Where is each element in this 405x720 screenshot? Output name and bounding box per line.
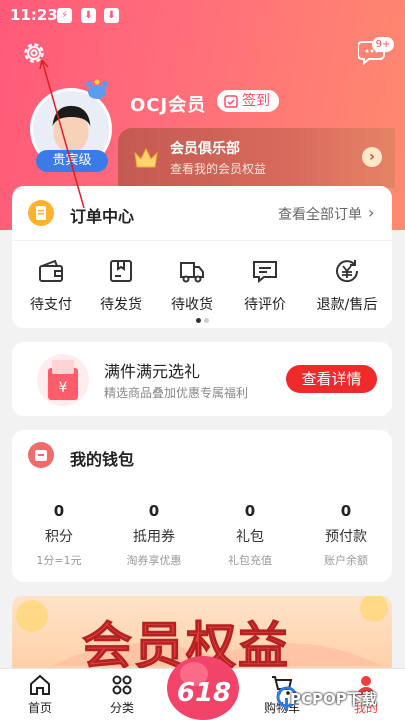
promo-card[interactable]: ¥ 满件满元选礼 精选商品叠加优惠专属福利 查看详情	[12, 342, 392, 416]
category-icon	[112, 675, 132, 695]
tab-home[interactable]: 首页	[10, 673, 70, 716]
club-arrow-icon[interactable]: ›	[362, 147, 382, 167]
view-details-button[interactable]: 查看详情	[286, 365, 377, 393]
promo-title: 满件满元选礼	[104, 362, 201, 381]
order-pending-payment[interactable]: 待支付	[14, 256, 88, 314]
wallet-points-hint: 1分=1元	[36, 554, 82, 567]
wallet-icon	[39, 259, 63, 282]
wallet-coupons-hint: 淘券享优惠	[126, 554, 182, 567]
order-item-label: 退款/售后	[316, 297, 378, 313]
page-dot	[204, 318, 209, 323]
order-pending-receipt[interactable]: 待收货	[155, 256, 229, 314]
chevron-right-icon[interactable]: ›	[368, 203, 374, 222]
download-notification-icon: ⬇	[81, 8, 96, 23]
wallet-points-value: 0	[53, 502, 65, 520]
wallet-prepaid[interactable]: 0 预付款 账户余额	[301, 502, 391, 568]
order-item-label: 待收货	[171, 297, 213, 313]
member-level-badge: 贵宾级	[36, 150, 108, 172]
view-all-orders-link[interactable]: 查看全部订单	[278, 204, 362, 224]
checkin-button[interactable]: 签到	[217, 90, 279, 112]
wallet-coupons[interactable]: 0 抵用券 淘券享优惠	[109, 502, 199, 568]
gift-symbol: ¥	[59, 380, 68, 396]
vip-crown-icon	[86, 79, 108, 99]
calendar-check-icon	[224, 95, 238, 108]
wallet-card: 我的钱包 0 积分 1分=1元 0 抵用券 淘券享优惠 0 礼包 礼包充值 0 …	[12, 430, 392, 582]
wallet-prepaid-value: 0	[340, 502, 352, 520]
truck-icon	[180, 262, 204, 283]
wallet-title: 我的钱包	[70, 450, 135, 469]
order-item-label: 待支付	[30, 297, 72, 313]
page-indicator	[196, 318, 210, 323]
message-count-badge: 9+	[372, 37, 394, 52]
wallet-points[interactable]: 0 积分 1分=1元	[14, 502, 104, 568]
order-center-title: 订单中心	[70, 207, 135, 226]
wallet-prepaid-hint: 账户余额	[324, 554, 368, 567]
comment-icon	[253, 261, 277, 284]
download-notification-icon-2: ⬇	[104, 8, 119, 23]
box-icon	[110, 260, 132, 282]
wallet-points-label: 积分	[45, 529, 73, 545]
settings-gear-icon[interactable]	[21, 40, 47, 66]
order-refund-aftersale[interactable]: 退款/售后	[310, 256, 384, 314]
status-bar: 11:23 ⚡ ⬇ ⬇	[0, 0, 405, 30]
divider	[12, 240, 392, 241]
tab-label: 分类	[109, 701, 134, 715]
gift-envelope-icon: ¥	[37, 354, 89, 406]
tab-label: 首页	[27, 701, 52, 715]
wallet-bag-icon	[28, 442, 54, 468]
wallet-coupons-label: 抵用券	[133, 529, 175, 545]
wallet-gift-pack-value: 0	[244, 502, 256, 520]
club-crown-icon	[134, 147, 158, 168]
order-item-label: 待评价	[244, 297, 286, 313]
club-subtitle: 查看我的会员权益	[170, 162, 267, 176]
campaign-618-icon[interactable]: 618	[164, 646, 242, 720]
promo-subtitle: 精选商品叠加优惠专属福利	[104, 386, 249, 400]
wallet-gift-pack[interactable]: 0 礼包 礼包充值	[205, 502, 295, 568]
club-title: 会员俱乐部	[170, 141, 240, 157]
order-pending-review[interactable]: 待评价	[228, 256, 302, 314]
order-clipboard-icon	[28, 200, 54, 226]
username: OCJ会员	[130, 95, 207, 116]
center-tab-label: 618	[177, 678, 231, 708]
home-icon	[30, 674, 50, 695]
wallet-prepaid-label: 预付款	[325, 529, 367, 545]
tab-category[interactable]: 分类	[92, 673, 152, 716]
app-notification-icon: ⚡	[57, 8, 72, 23]
checkin-label: 签到	[242, 93, 270, 109]
refund-icon	[336, 260, 359, 283]
status-time: 11:23	[10, 6, 58, 24]
watermark-text: PCPOP下载	[290, 690, 377, 708]
wallet-coupons-value: 0	[148, 502, 160, 520]
page-dot-active	[196, 318, 201, 323]
order-center-card: 订单中心 查看全部订单 › 待支付 待发货 待收货 待评价 退款/售后	[12, 186, 392, 328]
order-item-label: 待发货	[100, 297, 142, 313]
wallet-gift-pack-label: 礼包	[236, 529, 264, 545]
order-pending-shipment[interactable]: 待发货	[84, 256, 158, 314]
wallet-gift-pack-hint: 礼包充值	[228, 554, 272, 567]
